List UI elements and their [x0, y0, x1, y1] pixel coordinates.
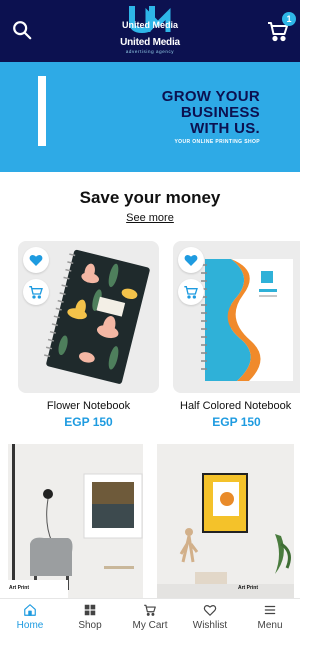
product-name[interactable]: Flower Notebook	[18, 400, 159, 412]
product-card-image[interactable]	[173, 241, 300, 393]
nav-my-cart-label: My Cart	[132, 620, 168, 631]
product-price: EGP 150	[64, 415, 113, 429]
search-icon[interactable]	[11, 19, 33, 41]
banner-headline: GROW YOUR BUSINESS WITH US.	[162, 89, 260, 137]
nav-home[interactable]: Home	[0, 603, 60, 643]
heart-icon	[29, 254, 43, 266]
banner-tagline: YOUR ONLINE PRINTING SHOP	[174, 139, 260, 145]
nav-home-label: Home	[16, 620, 44, 631]
art-print-caption: Art Print	[9, 585, 29, 591]
product-card-image[interactable]	[18, 241, 159, 393]
art-print-product-image[interactable]: Art Print	[8, 444, 143, 598]
promo-banner[interactable]: GROW YOUR BUSINESS WITH US. YOUR ONLINE …	[0, 62, 300, 172]
product-name[interactable]: Half Colored Notebook	[180, 400, 300, 412]
nav-menu[interactable]: Menu	[240, 603, 300, 643]
logo-wordmark-overlay: United Media	[121, 20, 178, 30]
wishlist-button[interactable]	[23, 247, 49, 273]
nav-shop-label: Shop	[78, 620, 102, 631]
app-header: United Media United Media advertising ag…	[0, 0, 300, 62]
art-print-caption: Art Print	[238, 585, 258, 591]
add-cart-icon	[184, 286, 198, 299]
see-more-link[interactable]: See more	[126, 212, 174, 224]
nav-wishlist[interactable]: Wishlist	[180, 603, 240, 643]
banner-headline-line1: GROW YOUR	[161, 88, 260, 105]
brand-logo[interactable]: United Media United Media advertising ag…	[112, 4, 188, 60]
cart-icon	[144, 604, 156, 616]
grid-icon	[84, 604, 96, 616]
living-room-art-photo	[8, 444, 143, 598]
banner-accent-bar	[38, 76, 46, 146]
home-icon	[24, 604, 36, 616]
wishlist-button[interactable]	[178, 247, 204, 273]
add-to-cart-button[interactable]	[23, 279, 49, 305]
art-print-product-image[interactable]: Art Print	[157, 444, 294, 598]
banner-headline-line3: WITH US.	[190, 120, 260, 137]
heart-icon	[184, 254, 198, 266]
nav-my-cart[interactable]: My Cart	[120, 603, 180, 643]
nav-wishlist-label: Wishlist	[192, 620, 228, 631]
heart-icon	[203, 605, 217, 616]
nav-menu-label: Menu	[257, 620, 283, 631]
bottom-navigation: Home Shop My Cart Wishlist Menu	[0, 598, 300, 649]
add-cart-icon	[29, 286, 43, 299]
product-price: EGP 150	[212, 415, 261, 429]
banner-headline-line2: BUSINESS	[180, 104, 260, 121]
orange-art-photo	[157, 444, 294, 598]
cart-count-badge: 1	[282, 12, 296, 26]
menu-icon	[264, 605, 276, 615]
section-title: Save your money	[79, 188, 221, 207]
logo-tagline: advertising agency	[125, 49, 175, 54]
nav-shop[interactable]: Shop	[60, 603, 120, 643]
logo-wordmark: United Media	[120, 37, 180, 48]
add-to-cart-button[interactable]	[178, 279, 204, 305]
